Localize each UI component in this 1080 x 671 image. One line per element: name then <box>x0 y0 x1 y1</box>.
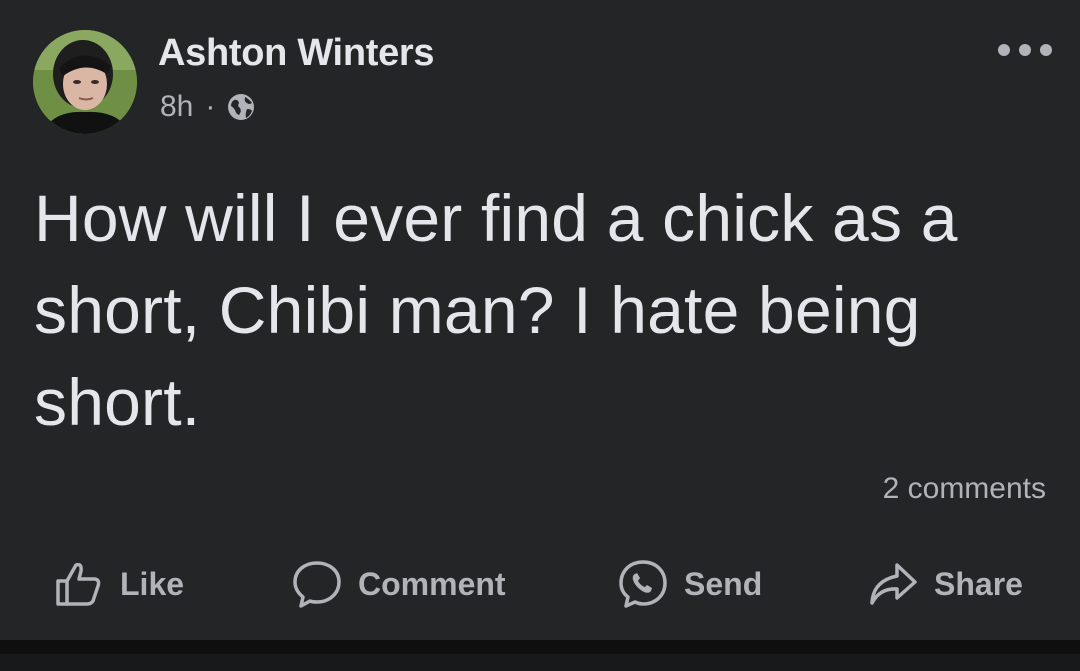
post-time[interactable]: 8h <box>160 90 193 124</box>
send-button[interactable]: Send <box>616 548 762 620</box>
share-arrow-icon <box>866 557 920 611</box>
share-button[interactable]: Share <box>866 548 1023 620</box>
post-actions-bar: Like Comment Send Share <box>0 548 1080 620</box>
post-meta: 8h · <box>160 88 257 126</box>
globe-icon[interactable] <box>225 91 257 123</box>
comments-count-link[interactable]: 2 comments <box>883 472 1046 506</box>
thumbs-up-icon <box>52 557 106 611</box>
more-options-icon[interactable] <box>998 40 1052 60</box>
send-label: Send <box>684 565 763 602</box>
comment-label: Comment <box>358 565 506 602</box>
share-label: Share <box>934 565 1023 602</box>
next-post-edge <box>0 654 1080 671</box>
like-label: Like <box>120 565 185 602</box>
comment-bubble-icon <box>290 557 344 611</box>
more-dot <box>1040 44 1052 56</box>
comment-button[interactable]: Comment <box>290 548 506 620</box>
messenger-icon <box>616 557 670 611</box>
like-button[interactable]: Like <box>52 548 184 620</box>
post-card: Ashton Winters 8h · How will I ever find… <box>0 0 1080 640</box>
post-text: How will I ever find a chick as a short,… <box>34 181 958 439</box>
more-dot <box>1019 44 1031 56</box>
meta-separator: · <box>205 90 216 123</box>
author-avatar[interactable] <box>33 30 137 134</box>
author-name[interactable]: Ashton Winters <box>158 32 435 75</box>
more-dot <box>998 44 1010 56</box>
feed-divider <box>0 640 1080 671</box>
